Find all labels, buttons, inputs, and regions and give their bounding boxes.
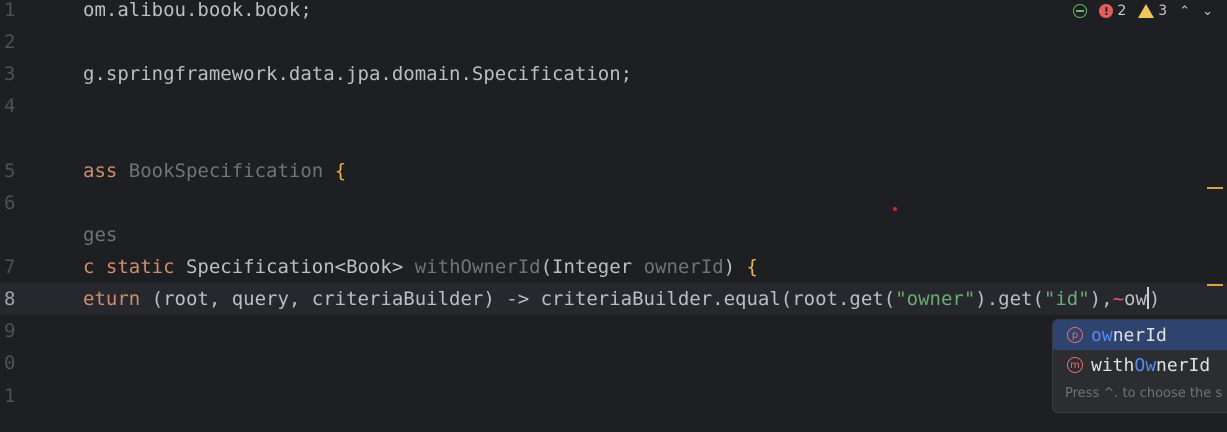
method-name: withOwnerId	[414, 256, 541, 278]
analysis-status-icon[interactable]	[1073, 4, 1088, 18]
error-count[interactable]: ! 2	[1099, 3, 1126, 19]
completion-popup[interactable]: p ow nerId m with Ow nerId Press ^. to choo…	[1052, 319, 1227, 413]
chevron-up-icon[interactable]: ⌃	[1179, 4, 1190, 19]
keyword: ass	[83, 160, 118, 182]
completion-match: Ow	[1134, 354, 1157, 376]
code-line-import-book[interactable]: om.alibou.book.book;	[83, 0, 312, 26]
chevron-down-icon[interactable]: ⌄	[1202, 4, 1213, 19]
code-line-class-declaration[interactable]: ass BookSpecification {	[83, 155, 346, 187]
line-number: 1	[4, 385, 16, 407]
scrollbar-marker[interactable]	[1207, 187, 1223, 189]
warning-icon	[1138, 4, 1155, 18]
completion-prefix: with	[1091, 354, 1135, 376]
typed-text: ow	[1124, 288, 1147, 310]
parameter-icon: p	[1067, 327, 1083, 343]
completion-match: ow	[1091, 324, 1113, 346]
code-segment: ),	[1089, 288, 1113, 310]
return-type: Specification<Book>	[185, 256, 404, 278]
completion-rest: nerId	[1112, 324, 1167, 346]
completion-footer: Press ^. to choose the s	[1065, 386, 1223, 401]
inspection-widget[interactable]: ! 2 3 ⌃ ⌄	[1073, 0, 1213, 22]
closing-paren: )	[1148, 288, 1161, 310]
code-line-return[interactable]: eturn (root, query, criteriaBuilder) -> …	[83, 283, 1160, 315]
error-icon: !	[1099, 4, 1114, 18]
usages-hint[interactable]: ges	[83, 219, 117, 251]
line-number: 4	[4, 95, 16, 117]
completion-item-ownerid[interactable]: p ow nerId	[1053, 320, 1227, 350]
param-name: ownerId	[643, 256, 724, 278]
error-count-value: 2	[1117, 3, 1127, 19]
line-number-current: 8	[4, 288, 16, 310]
scrollbar-marker[interactable]	[1207, 284, 1223, 286]
code-segment: (root, query, criteriaBuilder) -> criter…	[140, 288, 896, 310]
string-literal: "owner"	[895, 288, 976, 310]
warning-count-value: 3	[1158, 3, 1168, 19]
line-number: 7	[4, 256, 16, 278]
param-close: )	[723, 256, 736, 278]
line-number: 9	[4, 320, 16, 342]
completion-rest: nerId	[1156, 354, 1211, 376]
param-open: (Integer	[540, 256, 644, 278]
code-line-import-specification[interactable]: g.springframework.data.jpa.domain.Specif…	[83, 58, 632, 90]
string-literal: "id"	[1043, 288, 1090, 310]
keyword: c static	[83, 256, 175, 278]
line-number: 2	[4, 31, 16, 53]
cursor-dot	[893, 207, 897, 211]
completion-item-withownerid[interactable]: m with Ow nerId	[1053, 350, 1227, 380]
error-squiggle: ~	[1112, 288, 1125, 310]
code-segment: ).get(	[975, 288, 1044, 310]
line-number: 6	[4, 192, 16, 214]
open-brace: {	[334, 160, 347, 182]
open-brace: {	[746, 256, 758, 278]
code-line-method-declaration[interactable]: c static Specification<Book> withOwnerId…	[83, 251, 758, 283]
warning-count[interactable]: 3	[1138, 3, 1167, 19]
keyword: eturn	[83, 288, 141, 310]
method-icon: m	[1067, 357, 1083, 373]
line-number: 0	[4, 352, 16, 374]
usages-hint-text: ges	[83, 224, 118, 246]
line-number: 3	[4, 63, 16, 85]
class-name: BookSpecification	[128, 160, 324, 182]
line-number: 5	[4, 160, 16, 182]
line-number: 1	[4, 0, 16, 21]
